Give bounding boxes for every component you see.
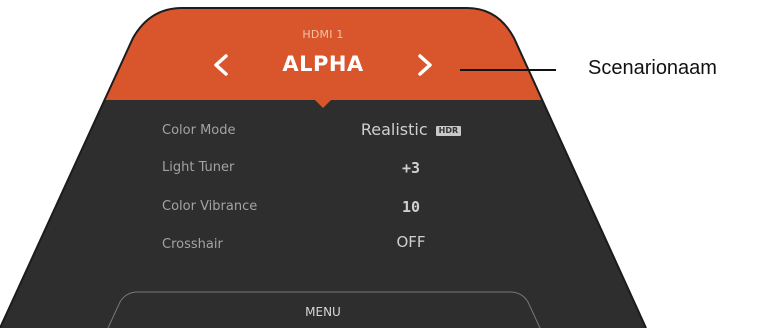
callout-line [460, 69, 556, 71]
setting-value-color-vibrance[interactable]: 10 [300, 198, 522, 216]
callout-label: Scenarionaam [588, 57, 717, 79]
hdr-badge: HDR [435, 126, 462, 136]
setting-label-light-tuner[interactable]: Light Tuner [162, 160, 234, 175]
setting-value-light-tuner[interactable]: +3 [300, 159, 522, 177]
setting-label-crosshair[interactable]: Crosshair [162, 237, 223, 252]
color-mode-value: Realistic [360, 120, 428, 139]
chevron-right-icon [418, 54, 432, 76]
next-preset-button[interactable] [406, 47, 442, 83]
input-source-label: HDMI 1 [302, 28, 344, 41]
setting-label-color-vibrance[interactable]: Color Vibrance [162, 199, 257, 214]
setting-value-color-mode[interactable]: Realistic HDR [300, 120, 522, 139]
setting-value-crosshair[interactable]: OFF [300, 233, 522, 251]
preset-name: ALPHA [282, 52, 364, 76]
osd-header-band [0, 8, 646, 100]
setting-label-color-mode[interactable]: Color Mode [162, 123, 236, 138]
menu-button-label[interactable]: MENU [0, 305, 646, 319]
